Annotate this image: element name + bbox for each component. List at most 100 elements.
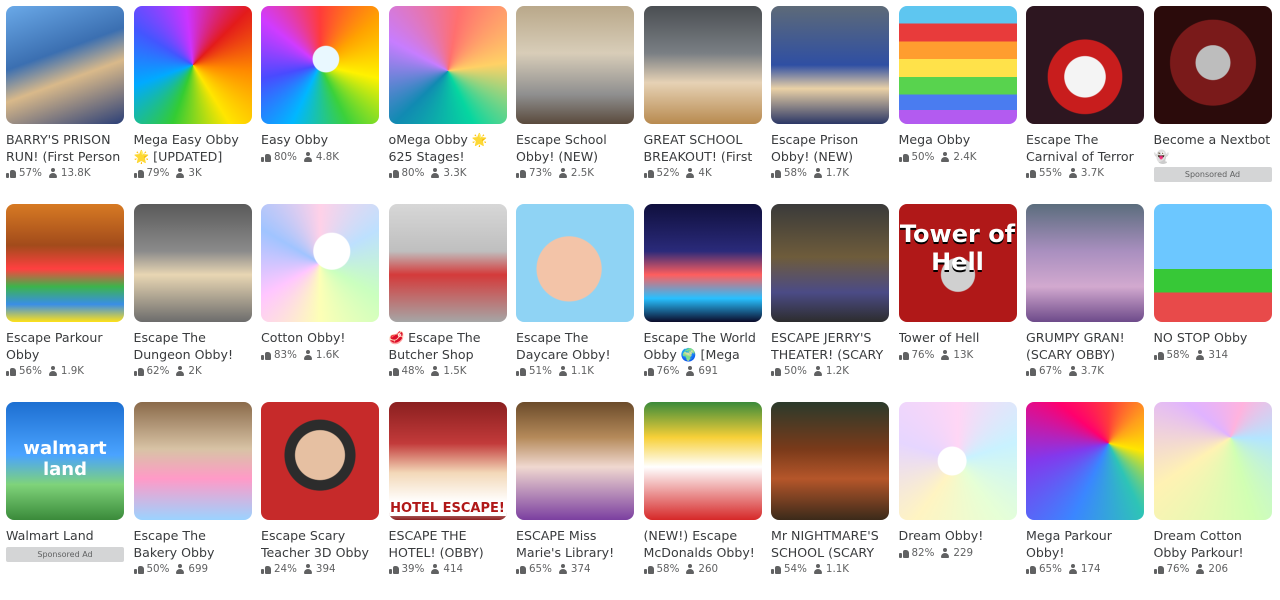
game-stats: 55% 3.7K xyxy=(1026,166,1144,180)
person-icon xyxy=(685,366,695,376)
game-thumbnail[interactable] xyxy=(643,204,762,322)
game-thumbnail[interactable] xyxy=(516,402,634,520)
game-title[interactable]: 🥩 Escape The Butcher Shop xyxy=(389,330,507,363)
game-card[interactable]: Cotton Obby! 83% 1.6K xyxy=(261,204,379,396)
game-card[interactable]: ESCAPE JERRY'S THEATER! (SCARY 50% 1.2K xyxy=(771,204,889,396)
game-thumbnail[interactable] xyxy=(1153,402,1272,520)
game-title[interactable]: ESCAPE JERRY'S THEATER! (SCARY xyxy=(771,330,889,363)
game-card[interactable]: Mega Obby 50% 2.4K xyxy=(898,6,1017,198)
game-title[interactable]: Mr NIGHTMARE'S SCHOOL (SCARY xyxy=(771,528,889,561)
game-thumbnail[interactable] xyxy=(1026,204,1144,322)
game-card[interactable]: Escape Parkour Obby 56% 1.9K xyxy=(6,204,124,396)
game-title[interactable]: Escape The Bakery Obby xyxy=(134,528,252,561)
game-card[interactable]: NO STOP Obby 58% 314 xyxy=(1153,204,1272,396)
game-title[interactable]: ESCAPE Miss Marie's Library! xyxy=(516,528,634,561)
game-title[interactable]: Easy Obby xyxy=(261,132,379,149)
game-card[interactable]: (NEW!) Escape McDonalds Obby! 58% 260 xyxy=(643,402,762,594)
game-card[interactable]: HOTEL ESCAPE! ESCAPE THE HOTEL! (OBBY) 39%… xyxy=(388,402,507,594)
game-title[interactable]: oMega Obby 🌟 625 Stages! xyxy=(389,132,507,165)
players-stat: 394 xyxy=(303,563,336,575)
game-card[interactable]: Escape The Dungeon Obby! 62% 2K xyxy=(133,204,252,396)
game-title[interactable]: Tower of Hell xyxy=(899,330,1017,347)
game-title[interactable]: ESCAPE THE HOTEL! (OBBY) xyxy=(389,528,507,561)
game-title[interactable]: Escape Prison Obby! (NEW) xyxy=(771,132,889,165)
game-card[interactable]: Tower of Hell Tower of Hell 76% 13K xyxy=(898,204,1017,396)
game-thumbnail[interactable] xyxy=(261,204,379,322)
game-thumbnail[interactable]: HOTEL ESCAPE! xyxy=(388,402,507,520)
game-title[interactable]: GRUMPY GRAN! (SCARY OBBY) xyxy=(1026,330,1144,363)
game-title[interactable]: Escape School Obby! (NEW) xyxy=(516,132,634,165)
players-stat: 314 xyxy=(1195,349,1228,361)
game-thumbnail[interactable] xyxy=(133,6,252,124)
game-thumbnail[interactable] xyxy=(6,6,124,124)
game-card[interactable]: 🥩 Escape The Butcher Shop 48% 1.5K xyxy=(388,204,507,396)
game-thumbnail[interactable] xyxy=(1153,204,1272,322)
game-card[interactable]: walmart land Walmart Land Sponsored Ad xyxy=(6,402,124,594)
game-card[interactable]: ESCAPE Miss Marie's Library! 65% 374 xyxy=(516,402,634,594)
game-title[interactable]: Escape The Daycare Obby! xyxy=(516,330,634,363)
game-thumbnail[interactable] xyxy=(771,204,889,322)
game-card[interactable]: Escape The Bakery Obby 50% 699 xyxy=(133,402,252,594)
game-card[interactable]: Easy Obby 80% 4.8K xyxy=(261,6,379,198)
game-card[interactable]: Mr NIGHTMARE'S SCHOOL (SCARY 54% 1.1K xyxy=(771,402,889,594)
game-thumbnail[interactable] xyxy=(516,6,634,124)
game-thumbnail[interactable] xyxy=(1153,6,1272,124)
game-title[interactable]: Become a Nextbot 👻 xyxy=(1154,132,1272,165)
game-title[interactable]: Escape The Carnival of Terror xyxy=(1026,132,1144,165)
game-thumbnail[interactable] xyxy=(1026,6,1144,124)
game-title[interactable]: Dream Cotton Obby Parkour! xyxy=(1154,528,1272,561)
game-thumbnail[interactable] xyxy=(133,204,252,322)
game-title[interactable]: Escape Parkour Obby xyxy=(6,330,124,363)
game-thumbnail[interactable] xyxy=(516,204,634,322)
game-title[interactable]: Escape The World Obby 🌍 [Mega xyxy=(644,330,762,363)
game-thumbnail[interactable] xyxy=(261,6,379,124)
rating-value: 80% xyxy=(274,150,297,163)
game-thumbnail[interactable] xyxy=(261,402,379,520)
game-card[interactable]: oMega Obby 🌟 625 Stages! 80% 3.3K xyxy=(388,6,507,198)
game-card[interactable]: Escape The World Obby 🌍 [Mega 76% 691 xyxy=(643,204,762,396)
game-title[interactable]: Dream Obby! xyxy=(899,528,1017,545)
game-thumbnail[interactable] xyxy=(771,402,889,520)
game-title[interactable]: Escape The Dungeon Obby! xyxy=(134,330,252,363)
game-card[interactable]: Dream Cotton Obby Parkour! 76% 206 xyxy=(1153,402,1272,594)
game-card[interactable]: Dream Obby! 82% 229 xyxy=(898,402,1017,594)
rating-value: 50% xyxy=(146,563,170,575)
game-thumbnail[interactable] xyxy=(133,402,252,520)
game-thumbnail[interactable]: walmart land xyxy=(6,402,124,520)
game-title[interactable]: Walmart Land xyxy=(6,528,124,545)
game-card[interactable]: Become a Nextbot 👻 Sponsored Ad xyxy=(1153,6,1272,198)
game-card[interactable]: Escape Prison Obby! (NEW) 58% 1.7K xyxy=(771,6,889,198)
game-title[interactable]: Cotton Obby! xyxy=(261,330,379,347)
rating-value: 58% xyxy=(1166,348,1190,361)
game-card[interactable]: GRUMPY GRAN! (SCARY OBBY) 67% 3.7K xyxy=(1026,204,1144,396)
game-title[interactable]: BARRY'S PRISON RUN! (First Person xyxy=(6,132,124,165)
game-card[interactable]: Mega Easy Obby 🌟 [UPDATED] 79% 3K xyxy=(133,6,252,198)
game-thumbnail[interactable] xyxy=(898,6,1017,124)
game-card[interactable]: Escape Scary Teacher 3D Obby 24% 394 xyxy=(261,402,379,594)
game-thumbnail[interactable] xyxy=(898,402,1017,520)
game-card[interactable]: Escape The Daycare Obby! 51% 1.1K xyxy=(516,204,634,396)
game-thumbnail[interactable]: Tower of Hell xyxy=(898,204,1017,322)
game-card[interactable]: Mega Parkour Obby! 65% 174 xyxy=(1026,402,1144,594)
game-thumbnail[interactable] xyxy=(643,402,762,520)
game-card[interactable]: Escape The Carnival of Terror 55% 3.7K xyxy=(1026,6,1144,198)
game-thumbnail[interactable] xyxy=(1026,402,1144,520)
game-title[interactable]: Mega Obby xyxy=(899,132,1017,149)
game-card[interactable]: GREAT SCHOOL BREAKOUT! (First 52% 4K xyxy=(643,6,762,198)
game-thumbnail[interactable] xyxy=(643,6,762,124)
game-title[interactable]: Escape Scary Teacher 3D Obby xyxy=(261,528,379,561)
game-thumbnail[interactable] xyxy=(388,204,507,322)
game-card[interactable]: BARRY'S PRISON RUN! (First Person 57% 13.8… xyxy=(6,6,124,198)
game-title[interactable]: Mega Easy Obby 🌟 [UPDATED] xyxy=(134,132,252,165)
game-title[interactable]: Mega Parkour Obby! xyxy=(1026,528,1144,561)
game-title[interactable]: (NEW!) Escape McDonalds Obby! xyxy=(644,528,762,561)
game-title[interactable]: GREAT SCHOOL BREAKOUT! (First xyxy=(644,132,762,165)
rating-value: 50% xyxy=(911,150,935,163)
game-thumbnail[interactable] xyxy=(6,204,124,322)
game-card[interactable]: Escape School Obby! (NEW) 73% 2.5K xyxy=(516,6,634,198)
game-thumbnail[interactable] xyxy=(388,6,507,124)
game-thumbnail[interactable] xyxy=(771,6,889,124)
game-title[interactable]: NO STOP Obby xyxy=(1154,330,1272,347)
thumbs-up-icon xyxy=(516,168,526,178)
thumbs-up-icon xyxy=(643,366,654,376)
